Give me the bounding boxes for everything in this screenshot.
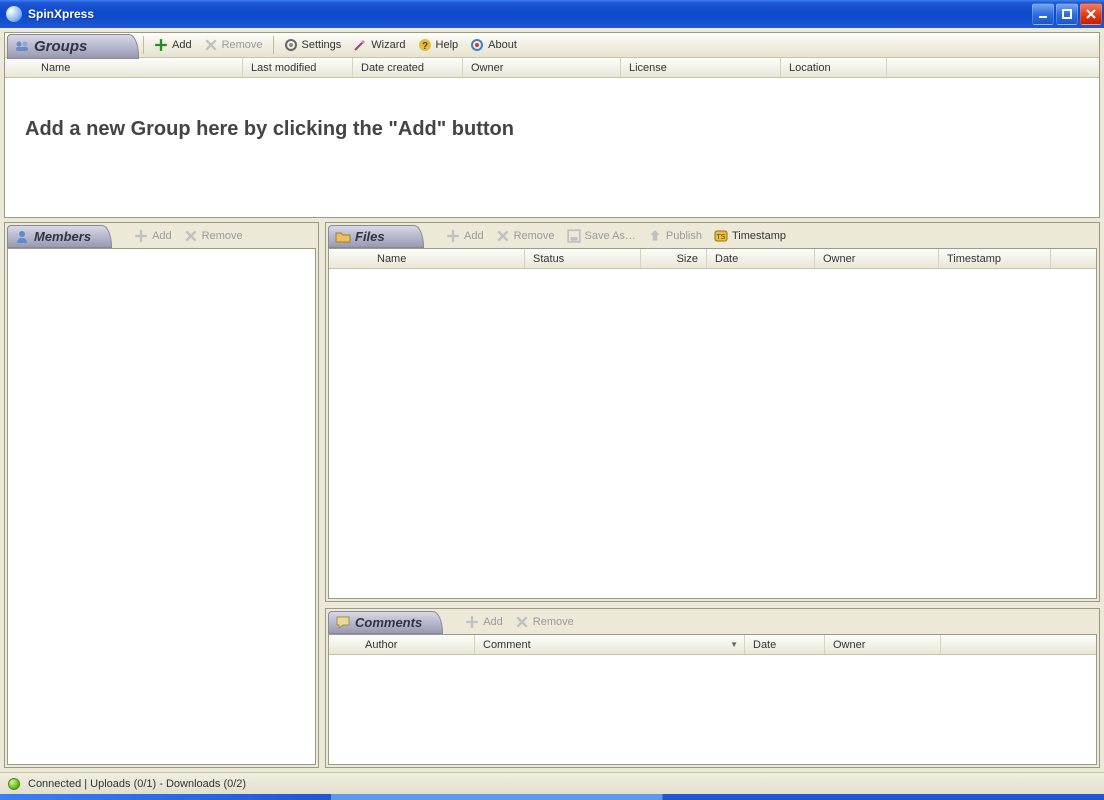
plus-icon (446, 229, 460, 243)
svg-text:TS: TS (717, 234, 726, 241)
status-bar: Connected | Uploads (0/1) - Downloads (0… (0, 772, 1104, 794)
status-text: Connected | Uploads (0/1) - Downloads (0… (28, 778, 246, 790)
groups-toolbar: Groups Add Remove Settings Wizard ? (5, 33, 1099, 58)
files-panel: Files Add Remove Save As… (325, 222, 1100, 602)
x-icon (184, 229, 198, 243)
comment-icon (335, 615, 351, 631)
groups-add-button[interactable]: Add (148, 36, 198, 54)
col-file-status[interactable]: Status (525, 249, 641, 268)
groups-columns: Name Last modified Date created Owner Li… (5, 58, 1099, 78)
gear-icon (284, 38, 298, 52)
wand-icon (353, 38, 367, 52)
members-tab-label: Members (34, 229, 91, 244)
folder-icon (335, 229, 351, 245)
groups-empty-message: Add a new Group here by clicking the "Ad… (5, 78, 1099, 181)
files-remove-button[interactable]: Remove (490, 227, 561, 245)
files-tab[interactable]: Files (328, 225, 424, 248)
members-icon (14, 229, 30, 245)
title-bar: SpinXpress (0, 0, 1104, 28)
files-tab-label: Files (355, 229, 385, 244)
col-comment[interactable]: Comment▼ (475, 635, 745, 654)
files-publish-button[interactable]: Publish (642, 227, 708, 245)
about-icon (470, 38, 484, 52)
files-add-button[interactable]: Add (440, 227, 490, 245)
col-comment-owner[interactable]: Owner (825, 635, 941, 654)
members-remove-button[interactable]: Remove (178, 227, 249, 245)
comments-panel: Comments Add Remove Author (325, 608, 1100, 768)
members-tab[interactable]: Members (7, 225, 112, 248)
members-panel: Members Add Remove (4, 222, 319, 768)
comments-tab-label: Comments (355, 615, 422, 630)
plus-icon (465, 615, 479, 629)
groups-remove-button[interactable]: Remove (198, 36, 269, 54)
col-file-name[interactable]: Name (369, 249, 525, 268)
col-date-created[interactable]: Date created (353, 58, 463, 77)
col-location[interactable]: Location (781, 58, 887, 77)
groups-icon (14, 38, 30, 54)
app-icon (6, 6, 22, 22)
col-comment-date[interactable]: Date (745, 635, 825, 654)
app-title: SpinXpress (28, 7, 1032, 21)
col-author[interactable]: Author (357, 635, 475, 654)
col-file-size[interactable]: Size (641, 249, 707, 268)
wizard-button[interactable]: Wizard (347, 36, 411, 54)
x-icon (515, 615, 529, 629)
x-icon (496, 229, 510, 243)
timestamp-icon: TS (714, 229, 728, 243)
comments-tab[interactable]: Comments (328, 611, 443, 634)
x-icon (204, 38, 218, 52)
comments-columns: Author Comment▼ Date Owner (329, 635, 1096, 655)
svg-text:?: ? (421, 41, 427, 52)
col-license[interactable]: License (621, 58, 781, 77)
minimize-button[interactable] (1032, 3, 1054, 25)
close-button[interactable] (1080, 3, 1102, 25)
members-add-button[interactable]: Add (128, 227, 178, 245)
col-last-modified[interactable]: Last modified (243, 58, 353, 77)
groups-tab[interactable]: Groups (7, 34, 139, 59)
groups-panel: Groups Add Remove Settings Wizard ? (4, 32, 1100, 218)
members-list[interactable] (7, 248, 316, 765)
comments-list[interactable] (329, 655, 1096, 764)
help-button[interactable]: ? Help (412, 36, 465, 54)
files-timestamp-button[interactable]: TS Timestamp (708, 227, 792, 245)
col-file-owner[interactable]: Owner (815, 249, 939, 268)
help-icon: ? (418, 38, 432, 52)
publish-icon (648, 229, 662, 243)
col-name[interactable]: Name (33, 58, 243, 77)
sort-indicator-icon: ▼ (730, 640, 738, 649)
files-save-as-button[interactable]: Save As… (561, 227, 642, 245)
col-owner[interactable]: Owner (463, 58, 621, 77)
col-file-timestamp[interactable]: Timestamp (939, 249, 1051, 268)
connection-indicator-icon (8, 778, 20, 790)
col-file-date[interactable]: Date (707, 249, 815, 268)
about-button[interactable]: About (464, 36, 523, 54)
taskbar (0, 794, 1104, 800)
comments-add-button[interactable]: Add (459, 613, 509, 631)
save-icon (567, 229, 581, 243)
settings-button[interactable]: Settings (278, 36, 348, 54)
maximize-button[interactable] (1056, 3, 1078, 25)
plus-icon (134, 229, 148, 243)
files-columns: Name Status Size Date Owner Timestamp (329, 249, 1096, 269)
comments-remove-button[interactable]: Remove (509, 613, 580, 631)
groups-tab-label: Groups (34, 38, 87, 55)
plus-icon (154, 38, 168, 52)
files-list[interactable] (329, 269, 1096, 598)
